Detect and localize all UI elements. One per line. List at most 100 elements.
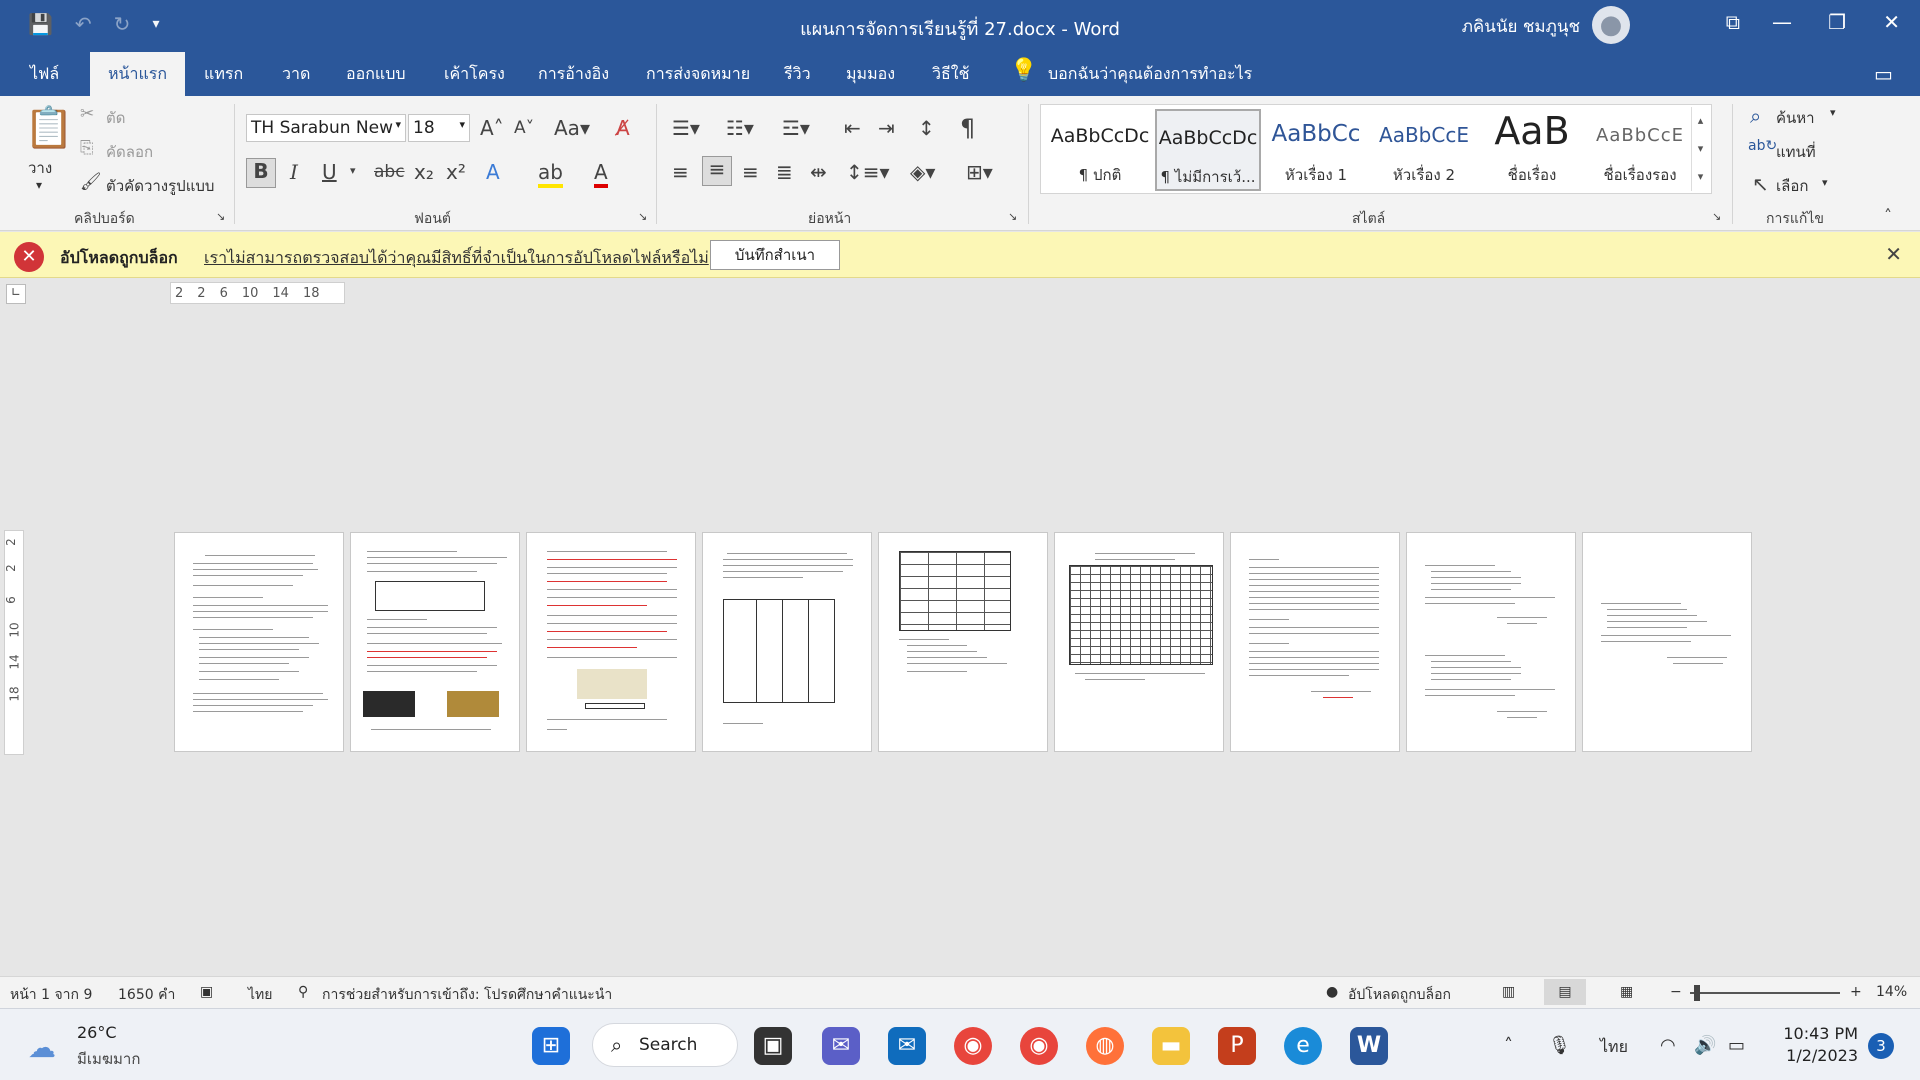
format-painter-button[interactable]: ตัวคัดวางรูปแบบ — [106, 174, 214, 198]
sort-icon[interactable]: ↕ — [918, 116, 935, 140]
subscript-icon[interactable]: x₂ — [414, 160, 434, 184]
tab-review[interactable]: รีวิว — [784, 62, 811, 87]
zoom-out-icon[interactable]: − — [1670, 984, 1682, 1000]
print-layout-icon[interactable]: ▤ — [1544, 979, 1586, 1005]
tab-view[interactable]: มุมมอง — [846, 62, 895, 87]
style-heading-2[interactable]: AaBbCcE หัวเรื่อง 2 — [1371, 109, 1477, 191]
comments-icon[interactable]: ▭ — [1874, 62, 1893, 86]
cloud-icon[interactable]: ☁ — [28, 1031, 56, 1064]
borders-icon[interactable]: ⊞▾ — [966, 160, 993, 184]
document-page-2[interactable] — [350, 532, 520, 752]
tab-mailings[interactable]: การส่งจดหมาย — [646, 62, 750, 87]
shrink-font-icon[interactable]: A˅ — [514, 118, 534, 138]
zoom-in-icon[interactable]: + — [1850, 984, 1862, 1000]
web-layout-icon[interactable]: ▦ — [1620, 984, 1633, 1000]
tab-references[interactable]: การอ้างอิง — [538, 62, 609, 87]
start-icon[interactable]: ⊞ — [532, 1027, 570, 1065]
clipboard-launcher-icon[interactable]: ↘ — [216, 210, 225, 223]
align-center-icon[interactable]: ≡ — [702, 156, 732, 186]
superscript-icon[interactable]: x² — [446, 160, 466, 184]
save-copy-button[interactable]: บันทึกสำเนา — [710, 240, 840, 270]
style-subtitle[interactable]: AaBbCcE ชื่อเรื่องรอง — [1587, 109, 1693, 191]
grow-font-icon[interactable]: A˄ — [480, 116, 504, 140]
find-icon[interactable]: ⌕ — [1750, 104, 1761, 128]
increase-indent-icon[interactable]: ⇥ — [878, 116, 895, 140]
close-message-icon[interactable]: ✕ — [1885, 242, 1902, 266]
justify-icon[interactable]: ≣ — [776, 160, 793, 184]
font-color-icon[interactable]: A — [594, 160, 608, 188]
document-page-4[interactable] — [702, 532, 872, 752]
align-left-icon[interactable]: ≡ — [672, 160, 689, 184]
notification-badge[interactable]: 3 — [1868, 1033, 1894, 1059]
document-page-7[interactable] — [1230, 532, 1400, 752]
numbering-icon[interactable]: ☷▾ — [726, 116, 754, 140]
message-link[interactable]: เราไม่สามารถตรวจสอบได้ว่าคุณมีสิทธิ์ที่จ… — [204, 246, 709, 271]
tab-design[interactable]: ออกแบบ — [346, 62, 406, 87]
tell-me-search[interactable]: บอกฉันว่าคุณต้องการทำอะไร — [1048, 62, 1252, 87]
replace-icon[interactable]: ab↻ — [1748, 138, 1777, 154]
chrome-icon[interactable]: ◉ — [954, 1027, 992, 1065]
show-hidden-icons[interactable]: ˄ — [1504, 1035, 1513, 1056]
underline-dropdown-icon[interactable]: ▾ — [350, 164, 356, 177]
weather-desc[interactable]: มีเมฆมาก — [77, 1047, 140, 1071]
text-effects-icon[interactable]: A — [486, 160, 500, 184]
input-language[interactable]: ไทย — [1600, 1035, 1628, 1060]
thai-distributed-icon[interactable]: ⇹ — [810, 160, 827, 184]
italic-icon[interactable]: I — [290, 160, 298, 184]
battery-icon[interactable]: ▭ — [1728, 1035, 1745, 1056]
powerpoint-icon[interactable]: P — [1218, 1027, 1256, 1065]
document-page-6[interactable] — [1054, 532, 1224, 752]
font-size-box[interactable]: 18 ▾ — [408, 114, 470, 142]
format-painter-icon[interactable]: 🖌 — [80, 172, 102, 192]
tab-home[interactable]: หน้าแรก — [90, 52, 186, 96]
highlight-icon[interactable]: ab — [538, 160, 563, 188]
copy-button[interactable]: คัดลอก — [106, 140, 153, 164]
tab-file[interactable]: ไฟล์ — [30, 62, 59, 87]
mail-icon[interactable]: ✉ — [888, 1027, 926, 1065]
tab-draw[interactable]: วาด — [282, 62, 310, 87]
user-name[interactable]: ภคินนัย ชมภูนุช — [1462, 13, 1580, 40]
styles-launcher-icon[interactable]: ↘ — [1712, 210, 1721, 223]
select-icon[interactable]: ↖ — [1752, 172, 1769, 196]
read-mode-icon[interactable]: ▥ — [1502, 984, 1515, 1000]
document-page-5[interactable] — [878, 532, 1048, 752]
accessibility-icon[interactable]: ⚲ — [298, 984, 308, 1000]
zoom-slider-thumb[interactable] — [1694, 985, 1700, 1001]
cut-button[interactable]: ตัด — [106, 106, 125, 130]
find-button[interactable]: ค้นหา — [1776, 106, 1815, 130]
upload-status[interactable]: อัปโหลดถูกบล็อก — [1348, 984, 1451, 1006]
teams-chat-icon[interactable]: ✉ — [822, 1027, 860, 1065]
paste-button[interactable]: วาง — [28, 156, 52, 180]
replace-button[interactable]: แทนที่ — [1776, 140, 1816, 164]
font-launcher-icon[interactable]: ↘ — [638, 210, 647, 223]
minimize-icon[interactable]: — — [1772, 10, 1792, 34]
copy-icon[interactable]: ⎘ — [80, 138, 94, 158]
bold-icon[interactable]: B — [246, 158, 276, 188]
chrome-profile-icon[interactable]: ◉ — [1020, 1027, 1058, 1065]
multilevel-list-icon[interactable]: ☲▾ — [782, 116, 810, 140]
tab-help[interactable]: วิธีใช้ — [932, 62, 969, 87]
document-page-1[interactable] — [174, 532, 344, 752]
volume-icon[interactable]: 🔊 — [1694, 1035, 1716, 1056]
collapse-ribbon-icon[interactable]: ˄ — [1884, 206, 1892, 225]
avatar[interactable]: ● — [1592, 6, 1630, 44]
cut-icon[interactable]: ✂ — [80, 104, 94, 124]
strikethrough-icon[interactable]: abc — [374, 162, 405, 182]
ribbon-display-icon[interactable]: ⧉ — [1726, 10, 1740, 34]
microphone-icon[interactable]: 🎙 — [1548, 1035, 1571, 1056]
word-icon[interactable]: W — [1350, 1027, 1388, 1065]
clear-formatting-icon[interactable]: A̸ — [616, 116, 630, 140]
tab-layout[interactable]: เค้าโครง — [444, 62, 505, 87]
shading-icon[interactable]: ◈▾ — [910, 160, 935, 184]
accessibility-status[interactable]: การช่วยสำหรับการเข้าถึง: โปรดศึกษาคำแนะน… — [322, 984, 612, 1006]
tab-selector[interactable]: ∟ — [6, 284, 26, 304]
zoom-slider[interactable] — [1690, 992, 1840, 994]
underline-icon[interactable]: U — [322, 160, 337, 184]
bullets-icon[interactable]: ☰▾ — [672, 116, 700, 140]
align-right-icon[interactable]: ≡ — [742, 160, 759, 184]
document-page-3[interactable] — [526, 532, 696, 752]
font-name-box[interactable]: TH Sarabun New ▾ — [246, 114, 406, 142]
styles-scroll[interactable]: ▴ ▾ ▾ — [1691, 107, 1709, 191]
style-heading-1[interactable]: AaBbCc หัวเรื่อง 1 — [1263, 109, 1369, 191]
style-no-spacing[interactable]: AaBbCcDc ¶ ไม่มีการเว้... — [1155, 109, 1261, 191]
